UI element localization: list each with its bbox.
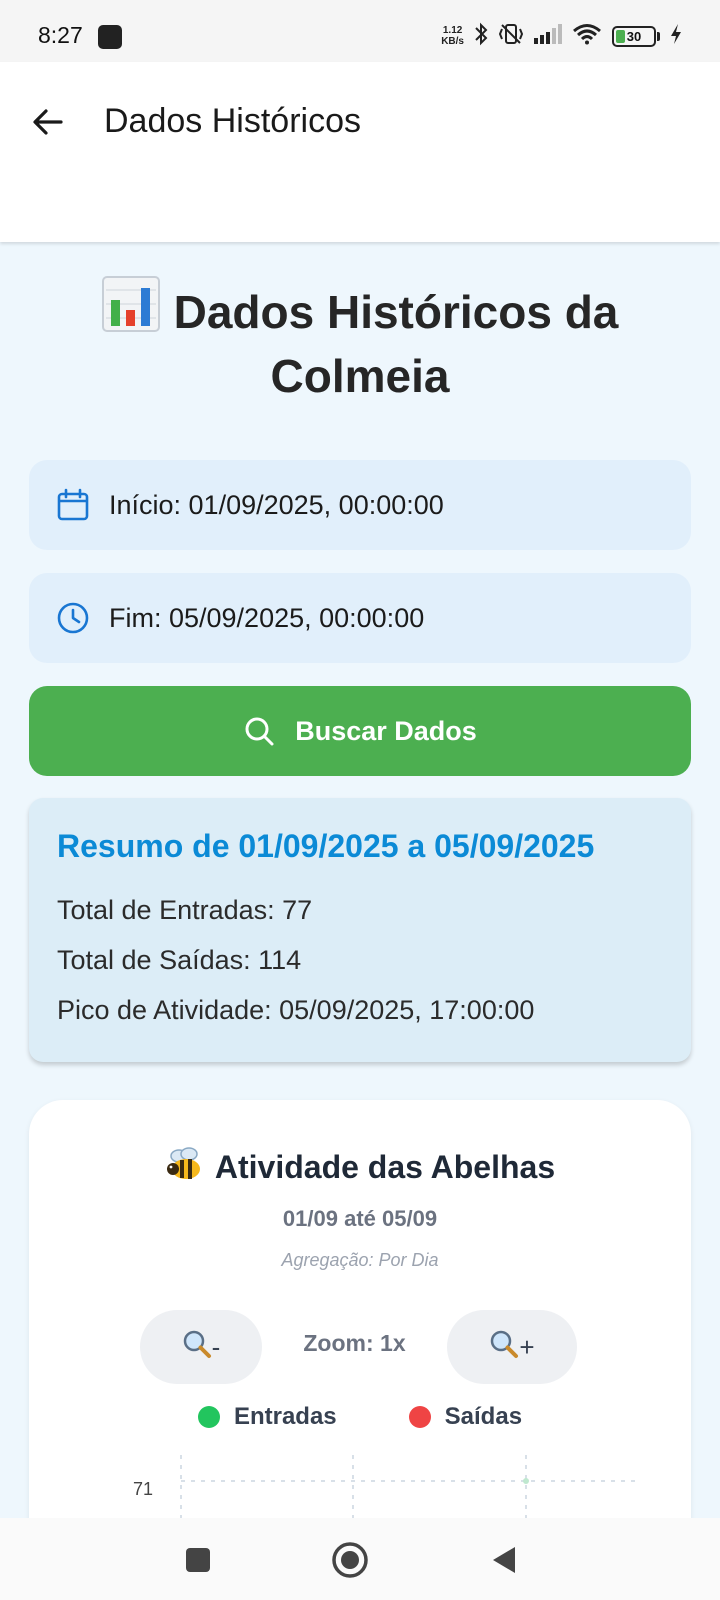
status-time: 8:27 bbox=[38, 22, 83, 48]
start-date-field[interactable]: Início: 01/09/2025, 00:00:00 bbox=[29, 460, 691, 550]
chart-legend: Entradas Saídas bbox=[29, 1403, 691, 1431]
network-speed: 1.12 KB/s bbox=[441, 25, 464, 47]
battery-level: 30 bbox=[626, 28, 642, 44]
legend-exits-label: Saídas bbox=[444, 1403, 523, 1430]
signal-icon bbox=[534, 23, 562, 49]
y-axis-tick: 71 bbox=[133, 1479, 154, 1499]
total-entries: Total de Entradas: 77 bbox=[57, 895, 313, 925]
peak-activity: Pico de Atividade: 05/09/2025, 17:00:00 bbox=[57, 995, 535, 1025]
chart-title-text: Atividade das Abelhas bbox=[214, 1149, 556, 1185]
search-data-label: Buscar Dados bbox=[295, 715, 477, 746]
arrow-left-icon bbox=[33, 109, 63, 135]
magnifier-icon bbox=[489, 1329, 519, 1366]
vibrate-icon bbox=[498, 22, 524, 51]
legend-entries[interactable]: Entradas bbox=[197, 1403, 337, 1431]
legend-exits-dot bbox=[408, 1406, 431, 1428]
zoom-out-button[interactable]: - bbox=[140, 1310, 262, 1384]
wifi-icon bbox=[572, 23, 602, 50]
network-speed-value: 1.12 bbox=[442, 25, 463, 36]
app-bar bbox=[0, 62, 720, 242]
magnifier-icon bbox=[182, 1329, 212, 1366]
charging-icon bbox=[670, 23, 682, 50]
network-speed-unit: KB/s bbox=[441, 36, 464, 47]
end-date-field[interactable]: Fim: 05/09/2025, 00:00:00 bbox=[29, 573, 691, 663]
start-date-label: Início: 01/09/2025, 00:00:00 bbox=[109, 489, 444, 520]
zoom-out-label: - bbox=[211, 1331, 221, 1362]
app-bar-title: Dados Históricos bbox=[104, 102, 361, 140]
search-data-button[interactable]: Buscar Dados bbox=[29, 686, 691, 776]
status-bar: 8:27 1.12 KB/s 30 bbox=[0, 0, 720, 62]
zoom-in-button[interactable]: + bbox=[447, 1310, 577, 1384]
chart-date-range: 01/09 até 05/09 bbox=[282, 1206, 438, 1231]
battery-indicator: 30 bbox=[612, 25, 660, 47]
status-indicators: 1.12 KB/s 30 bbox=[441, 20, 682, 52]
summary-title: Resumo de 01/09/2025 a 05/09/2025 bbox=[57, 828, 595, 864]
home-circle-icon bbox=[332, 1542, 368, 1578]
page-title: Dados Históricos da Colmeia bbox=[40, 276, 680, 406]
legend-entries-dot bbox=[197, 1406, 220, 1428]
clock-icon bbox=[55, 600, 91, 636]
summary-card: Resumo de 01/09/2025 a 05/09/2025 Total … bbox=[29, 798, 691, 1062]
bluetooth-icon bbox=[474, 22, 488, 51]
calendar-icon bbox=[55, 487, 91, 523]
battery-icon: 30 bbox=[612, 25, 656, 47]
end-date-label: Fim: 05/09/2025, 00:00:00 bbox=[109, 602, 425, 633]
square-icon bbox=[186, 1548, 210, 1572]
app-notification-icon bbox=[98, 25, 122, 49]
home-button[interactable] bbox=[328, 1538, 372, 1582]
bar-chart-icon bbox=[101, 276, 160, 346]
navigation-bar bbox=[0, 1518, 720, 1600]
back-button[interactable] bbox=[26, 100, 70, 144]
back-nav-button[interactable] bbox=[482, 1538, 526, 1582]
legend-entries-label: Entradas bbox=[233, 1403, 337, 1430]
recent-apps-button[interactable] bbox=[176, 1538, 220, 1582]
total-exits: Total de Saídas: 114 bbox=[57, 945, 302, 975]
search-icon bbox=[243, 715, 275, 747]
zoom-level: Zoom: 1x bbox=[303, 1330, 406, 1356]
chart-title: Atividade das Abelhas bbox=[29, 1144, 691, 1192]
page-title-text: Dados Históricos da Colmeia bbox=[173, 286, 619, 402]
zoom-in-label: + bbox=[519, 1331, 535, 1362]
bee-icon bbox=[165, 1144, 205, 1192]
chart-aggregation: Agregação: Por Dia bbox=[281, 1250, 439, 1270]
legend-exits[interactable]: Saídas bbox=[408, 1403, 523, 1431]
triangle-back-icon bbox=[493, 1547, 515, 1573]
